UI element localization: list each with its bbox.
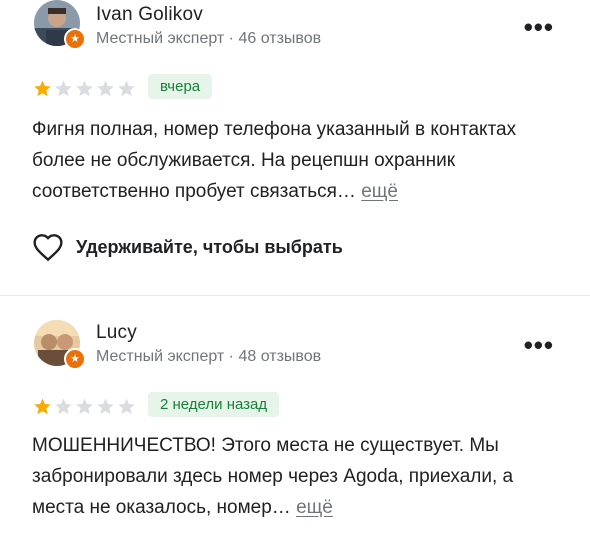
star-empty-icon bbox=[97, 398, 114, 415]
date-chip: вчера bbox=[148, 74, 213, 99]
rating-stars bbox=[33, 79, 136, 98]
rating-stars bbox=[33, 397, 136, 416]
review-text-block: Фигня полная, номер телефона указанный в… bbox=[32, 114, 562, 207]
star-filled-icon bbox=[34, 80, 51, 97]
like-label: Удерживайте, чтобы выбрать bbox=[76, 236, 343, 257]
author-name[interactable]: Lucy bbox=[96, 322, 137, 344]
star-empty-icon bbox=[76, 80, 93, 97]
star-filled-icon bbox=[34, 398, 51, 415]
like-button[interactable]: Удерживайте, чтобы выбрать bbox=[32, 232, 343, 262]
author-meta: Местный эксперт · 46 отзывов bbox=[96, 30, 322, 47]
local-guide-star-icon: ★ bbox=[64, 28, 86, 50]
star-empty-icon bbox=[55, 398, 72, 415]
more-vert-icon[interactable]: ••• bbox=[524, 332, 554, 358]
read-more-link[interactable]: ещё bbox=[296, 497, 333, 518]
author-name[interactable]: Ivan Golikov bbox=[96, 4, 203, 26]
review-text-block: МОШЕННИЧЕСТВО! Этого места не существует… bbox=[32, 430, 562, 523]
star-empty-icon bbox=[118, 80, 135, 97]
star-empty-icon bbox=[76, 398, 93, 415]
review-text: Фигня полная, номер телефона указанный в… bbox=[32, 119, 517, 202]
star-empty-icon bbox=[118, 398, 135, 415]
heart-outline-icon bbox=[33, 234, 63, 262]
date-chip: 2 недели назад bbox=[148, 392, 280, 417]
author-meta: Местный эксперт · 48 отзывов bbox=[96, 348, 322, 365]
star-empty-icon bbox=[97, 80, 114, 97]
local-guide-star-icon: ★ bbox=[64, 348, 86, 370]
divider bbox=[0, 295, 590, 296]
star-empty-icon bbox=[55, 80, 72, 97]
review-text: МОШЕННИЧЕСТВО! Этого места не существует… bbox=[32, 435, 514, 518]
more-vert-icon[interactable]: ••• bbox=[524, 14, 554, 40]
read-more-link[interactable]: ещё bbox=[361, 181, 398, 202]
